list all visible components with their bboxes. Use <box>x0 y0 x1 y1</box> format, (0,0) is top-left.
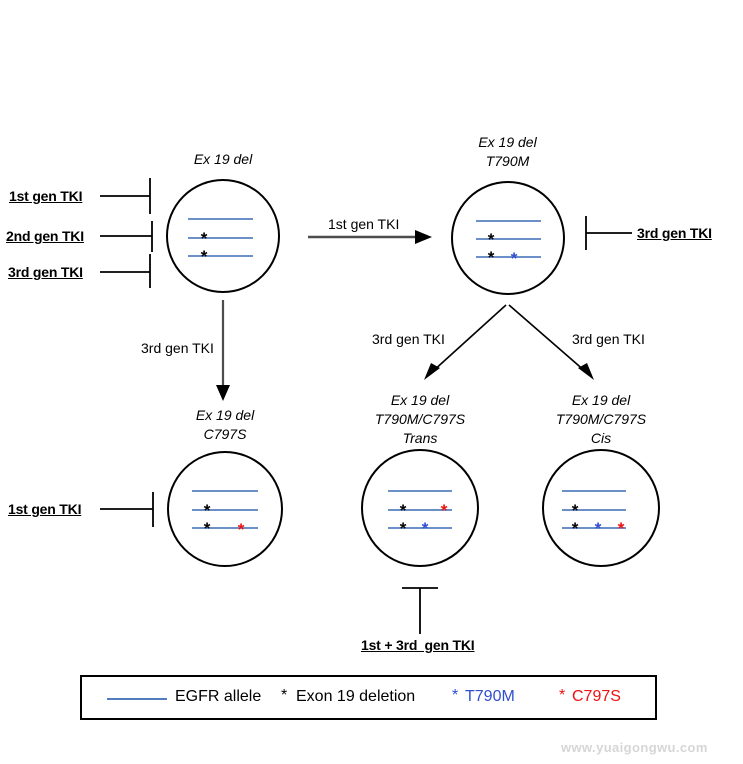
cell-title-cis-line3: Cis <box>590 430 612 446</box>
cell-title-trans-line3: Trans <box>402 430 438 446</box>
inhibition-group-top-right <box>585 216 632 250</box>
marker-exon19del: * <box>204 519 211 538</box>
inhibition-group-top-left <box>100 178 153 288</box>
cell-title-ex19del-c797s-line2: C797S <box>203 426 247 442</box>
marker-exon19del: * <box>400 501 407 520</box>
cell-membrane <box>167 451 283 567</box>
marker-exon19del: * <box>400 519 407 538</box>
cell-ex19del-t790m: * * * <box>451 181 565 295</box>
legend-star-t790m-icon: * <box>452 687 459 704</box>
cell-membrane <box>166 179 280 293</box>
label-2nd-gen-tki-top[interactable]: 2nd gen TKI <box>6 228 84 244</box>
cell-trans: * * * * <box>361 449 479 567</box>
arrow-head <box>578 363 594 380</box>
cell-title-ex19del-c797s-line1: Ex 19 del <box>195 407 255 423</box>
legend-label-egfr-allele: EGFR allele <box>175 688 262 705</box>
cell-title-ex19del: Ex 19 del <box>193 151 253 167</box>
label-3rd-gen-tki-top[interactable]: 3rd gen TKI <box>8 264 83 280</box>
marker-exon19del: * <box>204 501 211 520</box>
marker-exon19del: * <box>201 229 208 248</box>
label-1st-gen-tki-top[interactable]: 1st gen TKI <box>9 188 82 204</box>
cell-title-ex19del-t790m-line2: T790M <box>485 153 530 169</box>
label-3rd-gen-tki-arrow-down: 3rd gen TKI <box>141 340 214 356</box>
label-3rd-gen-tki-branch-right: 3rd gen TKI <box>572 331 645 347</box>
legend-star-c797s-icon: * <box>559 687 566 704</box>
arrow-head <box>424 363 440 380</box>
watermark: www.yuaigongwu.com <box>561 740 708 755</box>
arrow-1st-gen-tki-right <box>308 230 432 244</box>
cell-title-trans-line2: T790M/C797S <box>374 411 466 427</box>
marker-t790m: * <box>595 519 602 538</box>
label-1st-3rd-gen-tki-bottom[interactable]: 1st + 3rd gen TKI <box>361 637 475 653</box>
label-1st-gen-tki-bottom-left[interactable]: 1st gen TKI <box>8 501 81 517</box>
legend-label-exon19del: Exon 19 deletion <box>296 688 416 705</box>
cell-title-trans-line1: Ex 19 del <box>390 392 450 408</box>
marker-exon19del: * <box>488 230 495 249</box>
marker-exon19del: * <box>201 247 208 266</box>
marker-c797s: * <box>618 519 625 538</box>
cell-title-cis-line1: Ex 19 del <box>571 392 631 408</box>
label-3rd-gen-tki-right[interactable]: 3rd gen TKI <box>637 225 712 241</box>
cell-cis: * * * * <box>542 449 660 567</box>
marker-exon19del: * <box>572 519 579 538</box>
cell-ex19del: * * <box>166 179 280 293</box>
marker-t790m: * <box>422 519 429 538</box>
arrow-head <box>415 230 432 244</box>
cell-ex19del-c797s: * * * <box>167 451 283 567</box>
cell-membrane <box>361 449 479 567</box>
cell-membrane <box>451 181 565 295</box>
cell-title-cis-line2: T790M/C797S <box>555 411 647 427</box>
label-1st-gen-tki-arrow: 1st gen TKI <box>328 216 400 232</box>
legend-label-c797s: C797S <box>572 688 621 705</box>
marker-t790m: * <box>511 249 518 268</box>
legend-label-t790m: T790M <box>465 688 515 705</box>
marker-c797s: * <box>441 501 448 520</box>
inhibition-group-bottom-center <box>402 587 438 634</box>
label-3rd-gen-tki-branch-left: 3rd gen TKI <box>372 331 445 347</box>
arrow-head <box>216 385 230 401</box>
inhibition-group-bottom-left <box>100 492 154 527</box>
cell-title-ex19del-t790m-line1: Ex 19 del <box>478 134 537 150</box>
arrow-3rd-gen-tki-down <box>216 300 230 401</box>
legend-star-exon19del-icon: * <box>281 687 288 704</box>
marker-c797s: * <box>238 520 245 539</box>
marker-exon19del: * <box>572 501 579 520</box>
cell-membrane <box>542 449 660 567</box>
marker-exon19del: * <box>488 248 495 267</box>
